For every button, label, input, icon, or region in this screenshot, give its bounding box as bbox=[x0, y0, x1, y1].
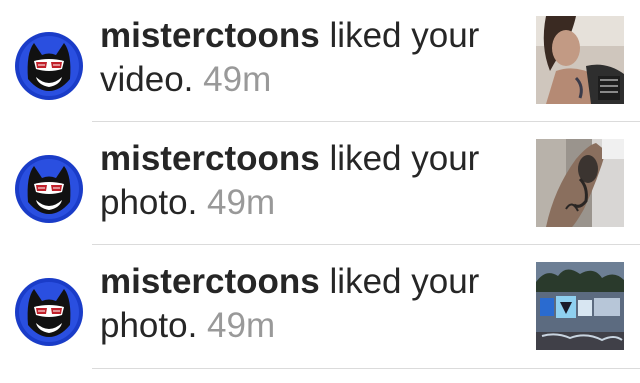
notification-row[interactable]: misterctoons liked your photo. 49m bbox=[0, 123, 640, 246]
username-link[interactable]: misterctoons bbox=[100, 262, 320, 301]
user-avatar[interactable] bbox=[14, 31, 84, 101]
timestamp: 49m bbox=[207, 306, 276, 345]
post-thumbnail[interactable] bbox=[536, 139, 624, 227]
cat-avatar-icon bbox=[15, 155, 83, 223]
tattoo-portrait-thumbnail bbox=[536, 16, 624, 104]
user-avatar[interactable] bbox=[14, 277, 84, 347]
notification-text: misterctoons liked your photo. 49m bbox=[100, 137, 520, 225]
row-divider bbox=[92, 244, 640, 245]
object-text: video. bbox=[100, 60, 194, 99]
object-text: photo. bbox=[100, 306, 198, 345]
cat-avatar-icon bbox=[15, 278, 83, 346]
post-thumbnail[interactable] bbox=[536, 16, 624, 104]
action-text: liked your bbox=[329, 262, 480, 301]
cat-avatar-icon bbox=[15, 32, 83, 100]
post-thumbnail[interactable] bbox=[536, 262, 624, 350]
username-link[interactable]: misterctoons bbox=[100, 16, 320, 55]
notification-text: misterctoons liked your photo. 49m bbox=[100, 260, 520, 348]
action-text: liked your bbox=[329, 139, 480, 178]
username-link[interactable]: misterctoons bbox=[100, 139, 320, 178]
row-divider bbox=[92, 368, 640, 369]
user-avatar[interactable] bbox=[14, 154, 84, 224]
object-text: photo. bbox=[100, 183, 198, 222]
graffiti-wall-thumbnail bbox=[536, 262, 624, 350]
notification-row[interactable]: misterctoons liked your video. 49m bbox=[0, 0, 640, 123]
notification-text: misterctoons liked your video. 49m bbox=[100, 14, 520, 102]
action-text: liked your bbox=[329, 16, 480, 55]
arm-tattoo-thumbnail bbox=[536, 139, 624, 227]
row-divider bbox=[92, 121, 640, 122]
activity-feed: misterctoons liked your video. 49m miste… bbox=[0, 0, 640, 383]
notification-row[interactable]: misterctoons liked your photo. 49m bbox=[0, 246, 640, 369]
timestamp: 49m bbox=[203, 60, 272, 99]
timestamp: 49m bbox=[207, 183, 276, 222]
